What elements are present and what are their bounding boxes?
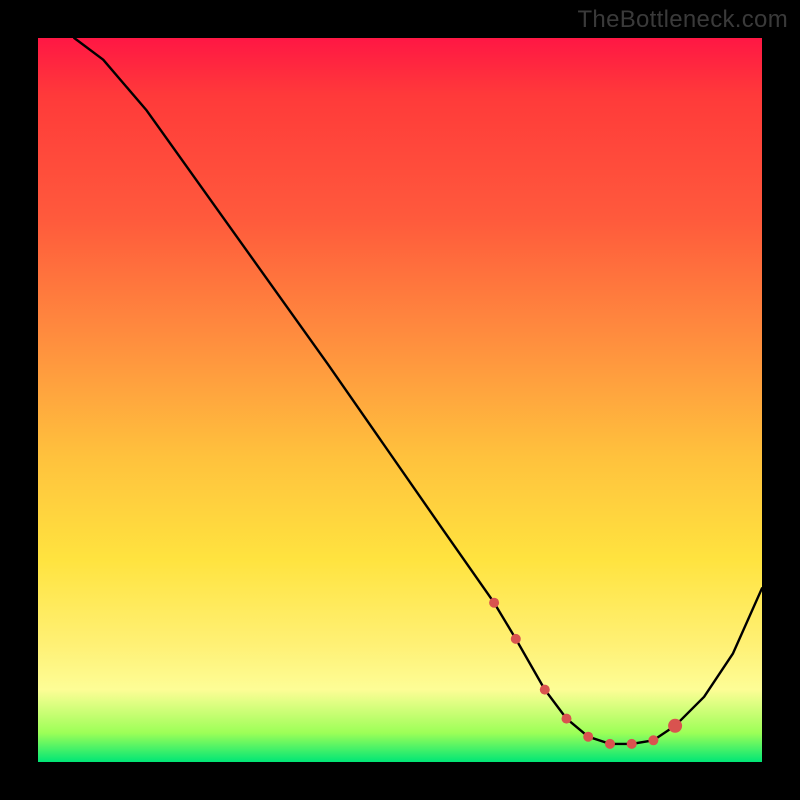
marker-dot [511,634,521,644]
marker-dot [648,735,658,745]
watermark-text: TheBottleneck.com [577,6,788,34]
chart-svg [38,38,762,762]
marker-dot [562,714,572,724]
marker-dot [489,598,499,608]
marker-group [489,598,682,749]
chart-frame: TheBottleneck.com [0,0,800,800]
curve-path [74,38,762,744]
plot-area [38,38,762,762]
marker-dot [627,739,637,749]
marker-dot [668,719,682,733]
marker-dot [583,732,593,742]
marker-dot [540,685,550,695]
marker-dot [605,739,615,749]
